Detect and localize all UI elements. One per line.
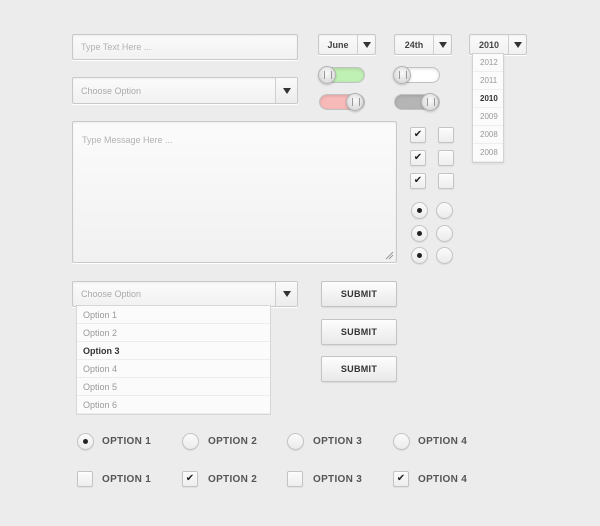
checkbox[interactable]: ✔ — [410, 173, 426, 189]
chevron-down-icon[interactable] — [433, 35, 451, 54]
day-select[interactable]: 24th — [394, 34, 452, 55]
choose-option-select-label: Choose Option — [81, 85, 142, 96]
checkmark-icon: ✔ — [413, 129, 423, 140]
radio-option-label: OPTION 2 — [208, 436, 258, 447]
checkbox[interactable]: ✔ — [410, 150, 426, 166]
submit-button[interactable]: SUBMIT — [321, 319, 397, 345]
text-input[interactable]: Type Text Here ... — [72, 34, 298, 60]
year-option[interactable]: 2010 — [473, 90, 503, 108]
message-textarea[interactable]: Type Message Here ... — [72, 121, 397, 263]
list-item[interactable]: Option 3 — [77, 342, 270, 360]
checkbox-option-label: OPTION 1 — [102, 474, 152, 485]
radio-dot — [417, 231, 422, 236]
checkbox-option-1[interactable] — [77, 471, 93, 487]
toggle-switch[interactable] — [319, 93, 365, 111]
checkbox[interactable]: ✔ — [410, 127, 426, 143]
list-item[interactable]: Option 2 — [77, 324, 270, 342]
chevron-down-icon[interactable] — [357, 35, 375, 54]
chevron-down-icon[interactable] — [275, 282, 297, 306]
radio-button[interactable] — [436, 225, 453, 242]
checkbox-option-4[interactable]: ✔ — [393, 471, 409, 487]
checkbox-option-label: OPTION 4 — [418, 474, 468, 485]
choose-option-select-label: Choose Option — [81, 289, 142, 299]
checkbox-option-2[interactable]: ✔ — [182, 471, 198, 487]
toggle-switch[interactable] — [393, 66, 440, 84]
toggle-knob[interactable] — [393, 66, 411, 84]
month-select[interactable]: June — [318, 34, 376, 55]
year-select-value: 2010 — [478, 39, 500, 50]
radio-button[interactable] — [411, 247, 428, 264]
choose-option-select[interactable]: Choose Option — [72, 77, 298, 104]
radio-button[interactable] — [436, 202, 453, 219]
chevron-down-icon[interactable] — [508, 35, 526, 54]
toggle-knob[interactable] — [346, 93, 364, 111]
resize-handle-icon[interactable] — [385, 251, 394, 260]
radio-option-label: OPTION 1 — [102, 436, 152, 447]
radio-option-4[interactable] — [393, 433, 410, 450]
radio-button[interactable] — [436, 247, 453, 264]
radio-option-1[interactable] — [77, 433, 94, 450]
radio-option-2[interactable] — [182, 433, 199, 450]
toggle-switch[interactable] — [394, 93, 440, 111]
chevron-down-icon[interactable] — [275, 78, 297, 103]
checkbox-option-3[interactable] — [287, 471, 303, 487]
radio-dot — [83, 439, 88, 444]
checkbox[interactable] — [438, 127, 454, 143]
checkbox-option-label: OPTION 3 — [313, 474, 363, 485]
checkmark-icon: ✔ — [413, 175, 423, 186]
checkmark-icon: ✔ — [396, 473, 406, 484]
list-item[interactable]: Option 5 — [77, 378, 270, 396]
checkmark-icon: ✔ — [185, 473, 195, 484]
checkmark-icon: ✔ — [413, 152, 423, 163]
message-textarea-placeholder: Type Message Here ... — [82, 135, 173, 145]
submit-button[interactable]: SUBMIT — [321, 281, 397, 307]
toggle-knob[interactable] — [318, 66, 336, 84]
checkbox-option-label: OPTION 2 — [208, 474, 258, 485]
month-select-value: June — [327, 39, 349, 50]
checkbox[interactable] — [438, 150, 454, 166]
year-option[interactable]: 2008 — [473, 126, 503, 144]
year-dropdown-list: 2012 2011 2010 2009 2008 2008 — [472, 53, 504, 163]
checkbox[interactable] — [438, 173, 454, 189]
text-input-placeholder: Type Text Here ... — [81, 42, 152, 52]
toggle-switch[interactable] — [318, 66, 365, 84]
list-item[interactable]: Option 1 — [77, 306, 270, 324]
radio-option-label: OPTION 4 — [418, 436, 468, 447]
radio-option-label: OPTION 3 — [313, 436, 363, 447]
list-item[interactable]: Option 4 — [77, 360, 270, 378]
submit-button[interactable]: SUBMIT — [321, 356, 397, 382]
year-option[interactable]: 2008 — [473, 144, 503, 162]
year-option[interactable]: 2012 — [473, 54, 503, 72]
radio-button[interactable] — [411, 225, 428, 242]
list-item[interactable]: Option 6 — [77, 396, 270, 414]
toggle-knob[interactable] — [421, 93, 439, 111]
choose-option-select-open[interactable]: Choose Option — [72, 281, 298, 307]
year-select[interactable]: 2010 — [469, 34, 527, 55]
day-select-value: 24th — [404, 39, 424, 50]
radio-option-3[interactable] — [287, 433, 304, 450]
radio-dot — [417, 208, 422, 213]
year-option[interactable]: 2009 — [473, 108, 503, 126]
year-option[interactable]: 2011 — [473, 72, 503, 90]
radio-dot — [417, 253, 422, 258]
radio-button[interactable] — [411, 202, 428, 219]
option-dropdown-list: Option 1 Option 2 Option 3 Option 4 Opti… — [76, 305, 271, 415]
